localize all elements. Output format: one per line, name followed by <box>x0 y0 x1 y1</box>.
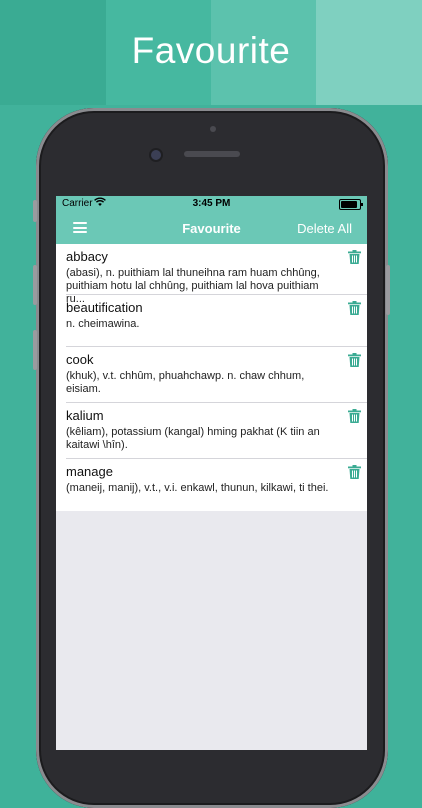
trash-icon[interactable] <box>348 353 361 367</box>
battery-icon <box>339 199 363 210</box>
delete-all-button[interactable]: Delete All <box>297 221 352 236</box>
promo-headline: Favourite <box>131 30 291 71</box>
entry-meaning: (kêliam), potassium (kangal) hming pakha… <box>66 426 320 451</box>
entry-word: cook <box>66 352 94 367</box>
list-item[interactable]: cook (khuk), v.t. chhûm, phuahchawp. n. … <box>56 347 367 403</box>
entry-meaning: (maneij, manij), v.t., v.i. enkawl, thun… <box>66 482 329 494</box>
trash-icon[interactable] <box>348 409 361 423</box>
entry-meaning: (khuk), v.t. chhûm, phuahchawp. n. chaw … <box>66 370 305 395</box>
entry-word: manage <box>66 464 113 479</box>
trash-icon[interactable] <box>348 250 361 264</box>
entry-word: beautification <box>66 300 143 315</box>
status-time: 3:45 PM <box>192 198 231 209</box>
favourite-list: abbacy (abasi), n. puithiam lal thuneihn… <box>56 244 367 511</box>
volume-down-button <box>33 330 37 370</box>
app-screen: Carrier 3:45 PM Favourite Delete All abb… <box>56 196 367 750</box>
volume-up-button <box>33 265 37 305</box>
list-item[interactable]: manage (maneij, manij), v.t., v.i. enkaw… <box>56 459 367 511</box>
front-camera-icon <box>151 150 161 160</box>
entry-meaning: n. cheimawina. <box>66 318 140 330</box>
power-button <box>386 265 390 315</box>
phone-sensor <box>210 126 216 132</box>
phone-speaker <box>184 151 240 157</box>
list-item[interactable]: kalium (kêliam), potassium (kangal) hmin… <box>56 403 367 459</box>
list-item[interactable]: beautification n. cheimawina. <box>56 295 367 347</box>
status-bar: Carrier 3:45 PM <box>56 196 367 212</box>
trash-icon[interactable] <box>348 465 361 479</box>
entry-word: kalium <box>66 408 104 423</box>
list-item[interactable]: abbacy (abasi), n. puithiam lal thuneihn… <box>56 244 367 305</box>
trash-icon[interactable] <box>348 301 361 315</box>
mute-switch <box>33 200 37 222</box>
entry-word: abbacy <box>66 249 108 264</box>
nav-bar: Favourite Delete All <box>56 212 367 244</box>
